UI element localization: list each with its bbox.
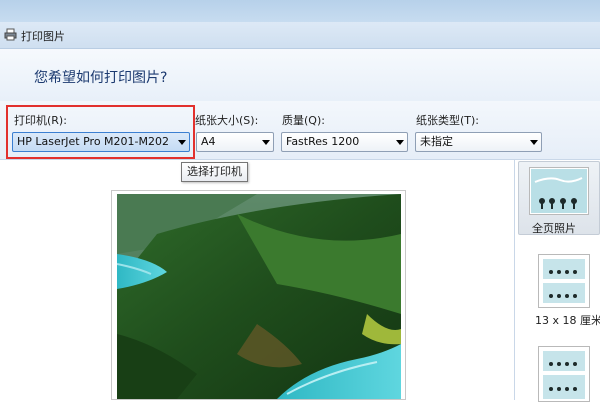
landscape-photo: [117, 194, 401, 399]
paper-size-select[interactable]: A4: [196, 132, 274, 152]
paper-size-label: 纸张大小(S):: [195, 114, 259, 127]
quality-select[interactable]: FastRes 1200: [281, 132, 408, 152]
thumbnail-image: [543, 259, 585, 303]
printer-icon: [4, 28, 17, 41]
paper-size-value: A4: [201, 135, 216, 148]
layout-item-13x18[interactable]: [538, 254, 590, 308]
window-title: 打印图片: [21, 30, 65, 43]
paper-type-select[interactable]: 未指定: [415, 132, 542, 152]
paper-type-value: 未指定: [420, 135, 453, 148]
title-bar: 打印图片: [0, 22, 600, 49]
quality-label: 质量(Q):: [282, 114, 325, 127]
thumbnail-image: [531, 169, 587, 213]
printer-highlight-box: [6, 105, 195, 159]
page-title: 您希望如何打印图片?: [34, 70, 168, 86]
dialog-header: 您希望如何打印图片?: [0, 49, 600, 101]
chevron-down-icon: [530, 140, 538, 145]
paper-type-label: 纸张类型(T):: [416, 114, 480, 127]
thumbnail-image: [543, 351, 585, 399]
printer-tooltip: 选择打印机: [181, 162, 248, 182]
quality-value: FastRes 1200: [286, 135, 360, 148]
chevron-down-icon: [262, 140, 270, 145]
layout-panel: 全页照片 13 x 18 厘米 (: [514, 160, 600, 402]
window-top-band: [0, 0, 600, 22]
layout-label-full-page: 全页照片: [532, 222, 576, 235]
layout-thumbnail: [529, 167, 589, 215]
layout-item-third[interactable]: [538, 346, 590, 402]
layout-label-13x18: 13 x 18 厘米 (: [535, 314, 600, 327]
photo-preview-frame: [111, 190, 406, 400]
layout-item-full-page[interactable]: 全页照片: [518, 161, 600, 235]
chevron-down-icon: [396, 140, 404, 145]
